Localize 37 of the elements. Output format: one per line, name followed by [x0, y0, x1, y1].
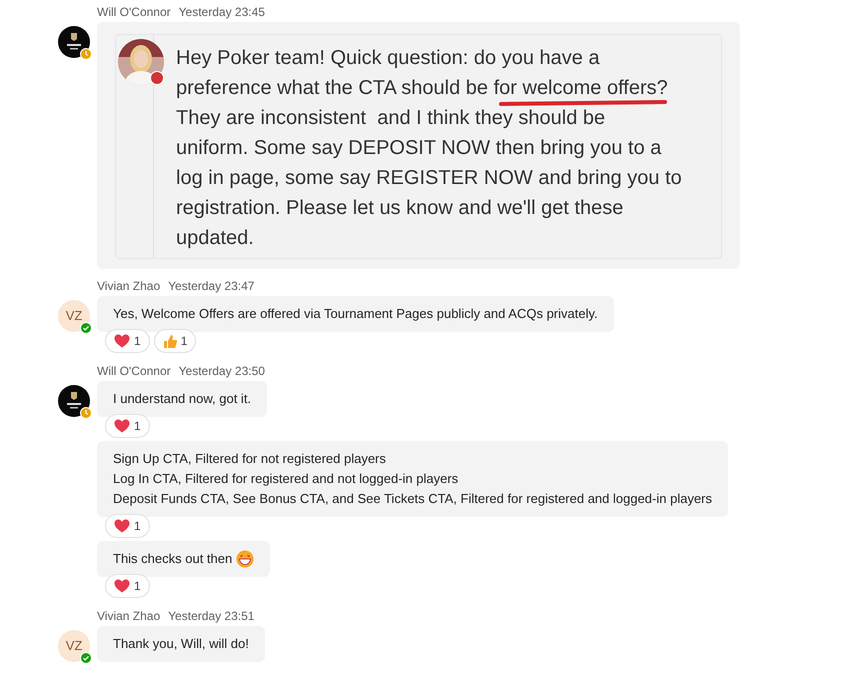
message-line: Deposit Funds CTA, See Bonus CTA, and See Tickets CTA, Filtered for registered and logged-in players — [113, 490, 712, 508]
message-text: I understand now, got it. — [113, 390, 252, 408]
thumbs-up-icon — [162, 334, 177, 348]
author-name: Vivian Zhao — [97, 278, 160, 294]
message-time: Yesterday 23:47 — [168, 278, 254, 294]
message-line: Log In CTA, Filtered for registered and not logged-in players — [113, 470, 460, 488]
logo-avatar-icon — [58, 385, 90, 417]
reaction-button[interactable]: 1 — [105, 574, 150, 598]
message-line: updated. — [176, 226, 254, 250]
logo-avatar-icon — [58, 26, 90, 58]
message-line: uniform. Some say DEPOSIT NOW then bring you to a — [176, 136, 662, 160]
heart-icon — [114, 334, 130, 348]
message-line: Hey Poker team! Quick question: do you have a — [176, 46, 600, 70]
message-text: Thank you, Will, will do! — [113, 635, 249, 653]
message-time: Yesterday 23:51 — [168, 608, 254, 624]
message-time: Yesterday 23:50 — [178, 363, 265, 379]
message-line: preference what the CTA should be for welcome offers? — [176, 76, 668, 100]
message-time: Yesterday 23:45 — [178, 4, 265, 20]
message-line: log in page, some say REGISTER NOW and bring you to — [176, 166, 682, 190]
message-line: Sign Up CTA, Filtered for not registered players — [113, 450, 387, 468]
reaction-button[interactable]: 1 — [105, 329, 150, 353]
reaction-button[interactable]: 1 — [154, 329, 196, 353]
message-line: registration. Please let us know and we'll get these — [176, 196, 624, 220]
message-text: Yes, Welcome Offers are offered via Tournament Pages publicly and ACQs privately. — [113, 305, 598, 323]
reaction-button[interactable]: 1 — [105, 414, 150, 438]
initials-avatar: VZ — [58, 300, 90, 332]
reaction-button[interactable]: 1 — [105, 514, 150, 538]
author-name: Will O'Connor — [97, 4, 171, 20]
heart-icon — [114, 519, 130, 533]
author-name: Vivian Zhao — [97, 608, 160, 624]
message-text: This checks out then — [113, 550, 232, 568]
grin-emoji-icon — [236, 550, 254, 568]
heart-icon — [114, 419, 130, 433]
initials-avatar: VZ — [58, 630, 90, 662]
message-line: They are inconsistent and I think they should be — [176, 106, 606, 130]
author-name: Will O'Connor — [97, 363, 171, 379]
heart-icon — [114, 579, 130, 593]
